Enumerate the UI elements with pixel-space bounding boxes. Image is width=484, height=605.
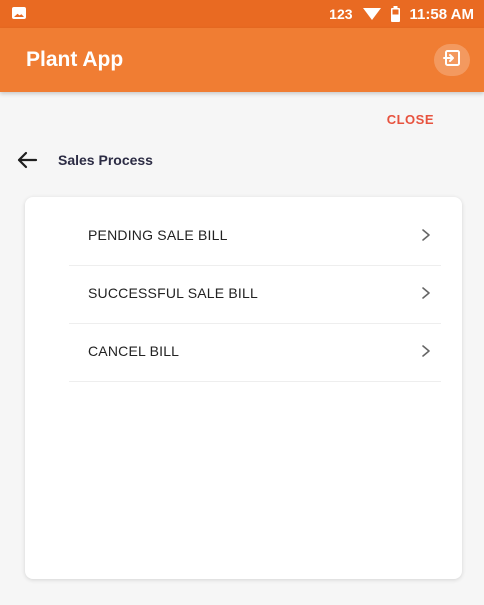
menu-item-label: CANCEL BILL [88, 343, 180, 359]
chevron-right-icon [422, 287, 430, 299]
menu-item-cancel-bill[interactable]: CANCEL BILL [69, 323, 441, 382]
menu-item-label: SUCCESSFUL SALE BILL [88, 285, 258, 301]
image-icon [12, 7, 26, 19]
menu-item-label: PENDING SALE BILL [88, 227, 228, 243]
arrow-left-icon [17, 151, 38, 169]
menu-item-successful-sale-bill[interactable]: SUCCESSFUL SALE BILL [69, 265, 441, 324]
sales-process-card: PENDING SALE BILL SUCCESSFUL SALE BILL C… [25, 197, 462, 579]
section-header: Sales Process [16, 148, 153, 172]
section-title: Sales Process [58, 152, 153, 168]
chevron-right-icon [422, 229, 430, 241]
logout-icon [443, 49, 461, 72]
status-clock: 11:58 AM [409, 5, 474, 23]
menu-item-pending-sale-bill[interactable]: PENDING SALE BILL [69, 207, 441, 266]
app-bar: Plant App [0, 28, 484, 92]
chevron-right-icon [422, 345, 430, 357]
battery-icon [390, 6, 400, 22]
app-title: Plant App [26, 48, 124, 71]
wifi-icon [362, 7, 381, 21]
network-indicator: 123 [329, 6, 353, 22]
status-right-group: 123 11:58 AM [329, 0, 474, 28]
status-bar: 123 11:58 AM [0, 0, 484, 28]
logout-button[interactable] [434, 44, 470, 76]
back-button[interactable] [16, 149, 38, 171]
close-button[interactable]: CLOSE [387, 112, 434, 127]
